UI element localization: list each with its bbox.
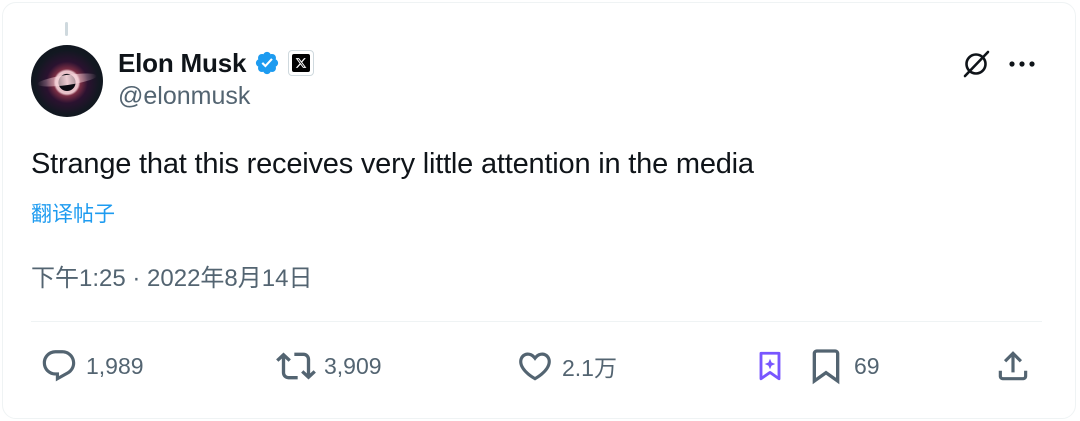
more-options-button[interactable] [1004,46,1040,82]
more-dots-icon [1009,61,1035,67]
verified-badge-icon[interactable] [254,50,280,76]
bookmark-icon [812,349,840,385]
share-icon [998,351,1028,381]
grok-icon [963,50,990,78]
tweet-text: Strange that this receives very little a… [31,148,754,180]
author-name[interactable]: Elon Musk [118,48,246,79]
author-handle[interactable]: @elonmusk [118,82,250,111]
repost-count: 3,909 [324,352,382,379]
bookmark-button[interactable]: 69 [806,346,880,386]
divider [31,321,1042,322]
like-button[interactable]: 2.1万 [516,346,617,386]
thread-connector [65,22,68,36]
grok-bookmark-icon [759,351,781,381]
grok-bookmark-button[interactable] [752,346,788,386]
repost-icon [276,352,316,380]
share-button[interactable] [994,346,1032,386]
author-name-row: Elon Musk [118,46,315,80]
grok-button[interactable] [958,46,994,82]
like-count: 2.1万 [562,355,617,381]
translate-post-link[interactable]: 翻译帖子 [31,198,115,228]
repost-button[interactable]: 3,909 [276,346,382,386]
reply-icon [42,350,76,382]
bookmark-count: 69 [854,352,880,379]
x-logo-icon[interactable] [288,50,315,76]
heart-icon [519,352,551,381]
avatar[interactable] [31,45,103,117]
reply-button[interactable]: 1,989 [40,346,144,386]
tweet-timestamp[interactable]: 下午1:25 · 2022年8月14日 [31,258,312,293]
reply-count: 1,989 [86,352,144,379]
